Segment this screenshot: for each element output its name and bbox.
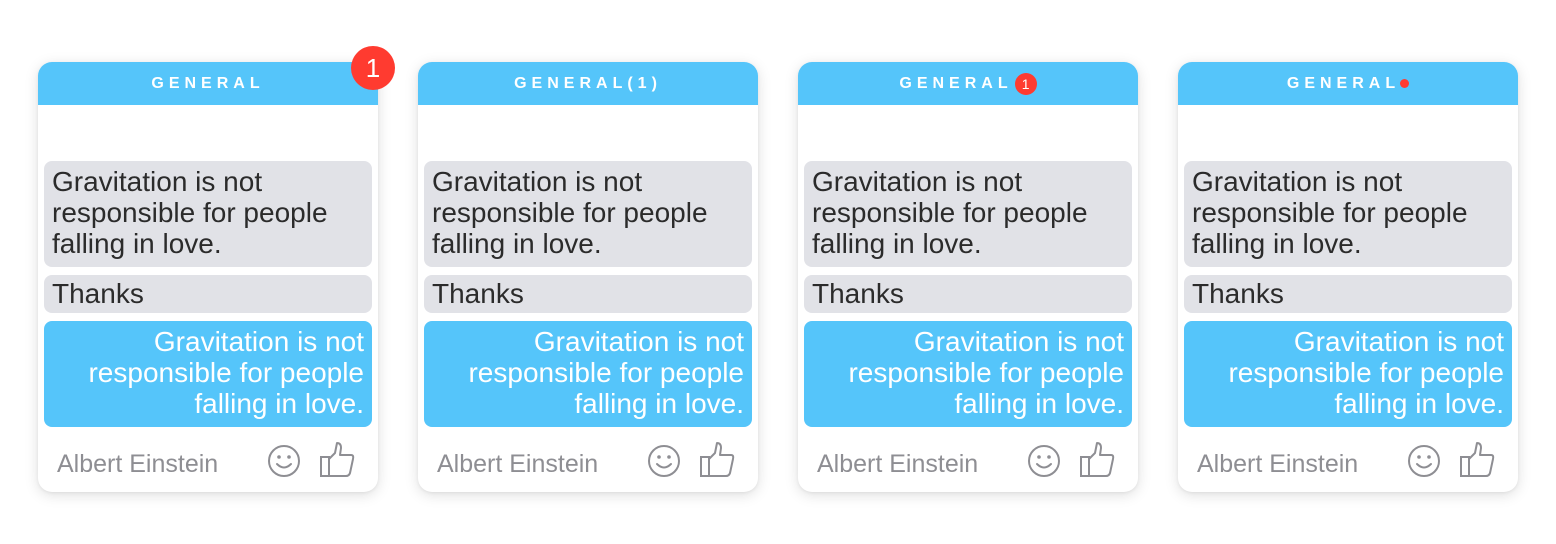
unread-dot <box>1400 79 1410 88</box>
card-header-title: GENERAL(1) <box>514 74 662 92</box>
incoming-message: Gravitation is not responsible for peopl… <box>1184 161 1512 267</box>
thumbs-up-icon[interactable] <box>1079 440 1115 478</box>
incoming-message: Thanks <box>424 275 752 313</box>
author-name: Albert Einstein <box>437 450 599 478</box>
card-header-title: GENERAL <box>151 74 265 92</box>
card-header-title: GENERAL <box>899 74 1013 92</box>
author-name: Albert Einstein <box>817 450 979 478</box>
smile-icon[interactable] <box>267 440 303 478</box>
author-name: Albert Einstein <box>1197 450 1359 478</box>
chat-card[interactable]: GENERAL Gravitation is not responsible f… <box>38 62 378 492</box>
smile-icon[interactable] <box>1407 440 1443 478</box>
incoming-message: Thanks <box>1184 275 1512 313</box>
incoming-message: Gravitation is not responsible for peopl… <box>44 161 372 267</box>
card-header[interactable]: GENERAL <box>38 62 378 105</box>
chat-card[interactable]: GENERAL Gravitation is not responsible f… <box>1178 62 1518 492</box>
outgoing-message: Gravitation is not responsible for peopl… <box>424 321 752 427</box>
incoming-message: Thanks <box>804 275 1132 313</box>
outgoing-message: Gravitation is not responsible for peopl… <box>804 321 1132 427</box>
incoming-message: Gravitation is not responsible for peopl… <box>804 161 1132 267</box>
stage: GENERAL Gravitation is not responsible f… <box>0 0 1556 544</box>
chat-card[interactable]: GENERAL(1) Gravitation is not responsibl… <box>418 62 758 492</box>
notification-badge: 1 <box>1014 72 1037 95</box>
incoming-message: Gravitation is not responsible for peopl… <box>424 161 752 267</box>
notification-badge: 1 <box>351 46 395 90</box>
card-header[interactable]: GENERAL(1) <box>418 62 758 105</box>
author-name: Albert Einstein <box>57 450 219 478</box>
card-header-title: GENERAL <box>1286 74 1401 92</box>
incoming-message: Thanks <box>44 275 372 313</box>
thumbs-up-icon[interactable] <box>319 440 355 478</box>
outgoing-message: Gravitation is not responsible for peopl… <box>44 321 372 427</box>
card-header[interactable]: GENERAL <box>1178 62 1518 105</box>
smile-icon[interactable] <box>647 440 683 478</box>
thumbs-up-icon[interactable] <box>699 440 735 478</box>
chat-card[interactable]: GENERAL 1 Gravitation is not responsible… <box>798 62 1138 492</box>
smile-icon[interactable] <box>1027 440 1063 478</box>
card-header[interactable]: GENERAL 1 <box>798 62 1138 105</box>
thumbs-up-icon[interactable] <box>1459 440 1495 478</box>
outgoing-message: Gravitation is not responsible for peopl… <box>1184 321 1512 427</box>
